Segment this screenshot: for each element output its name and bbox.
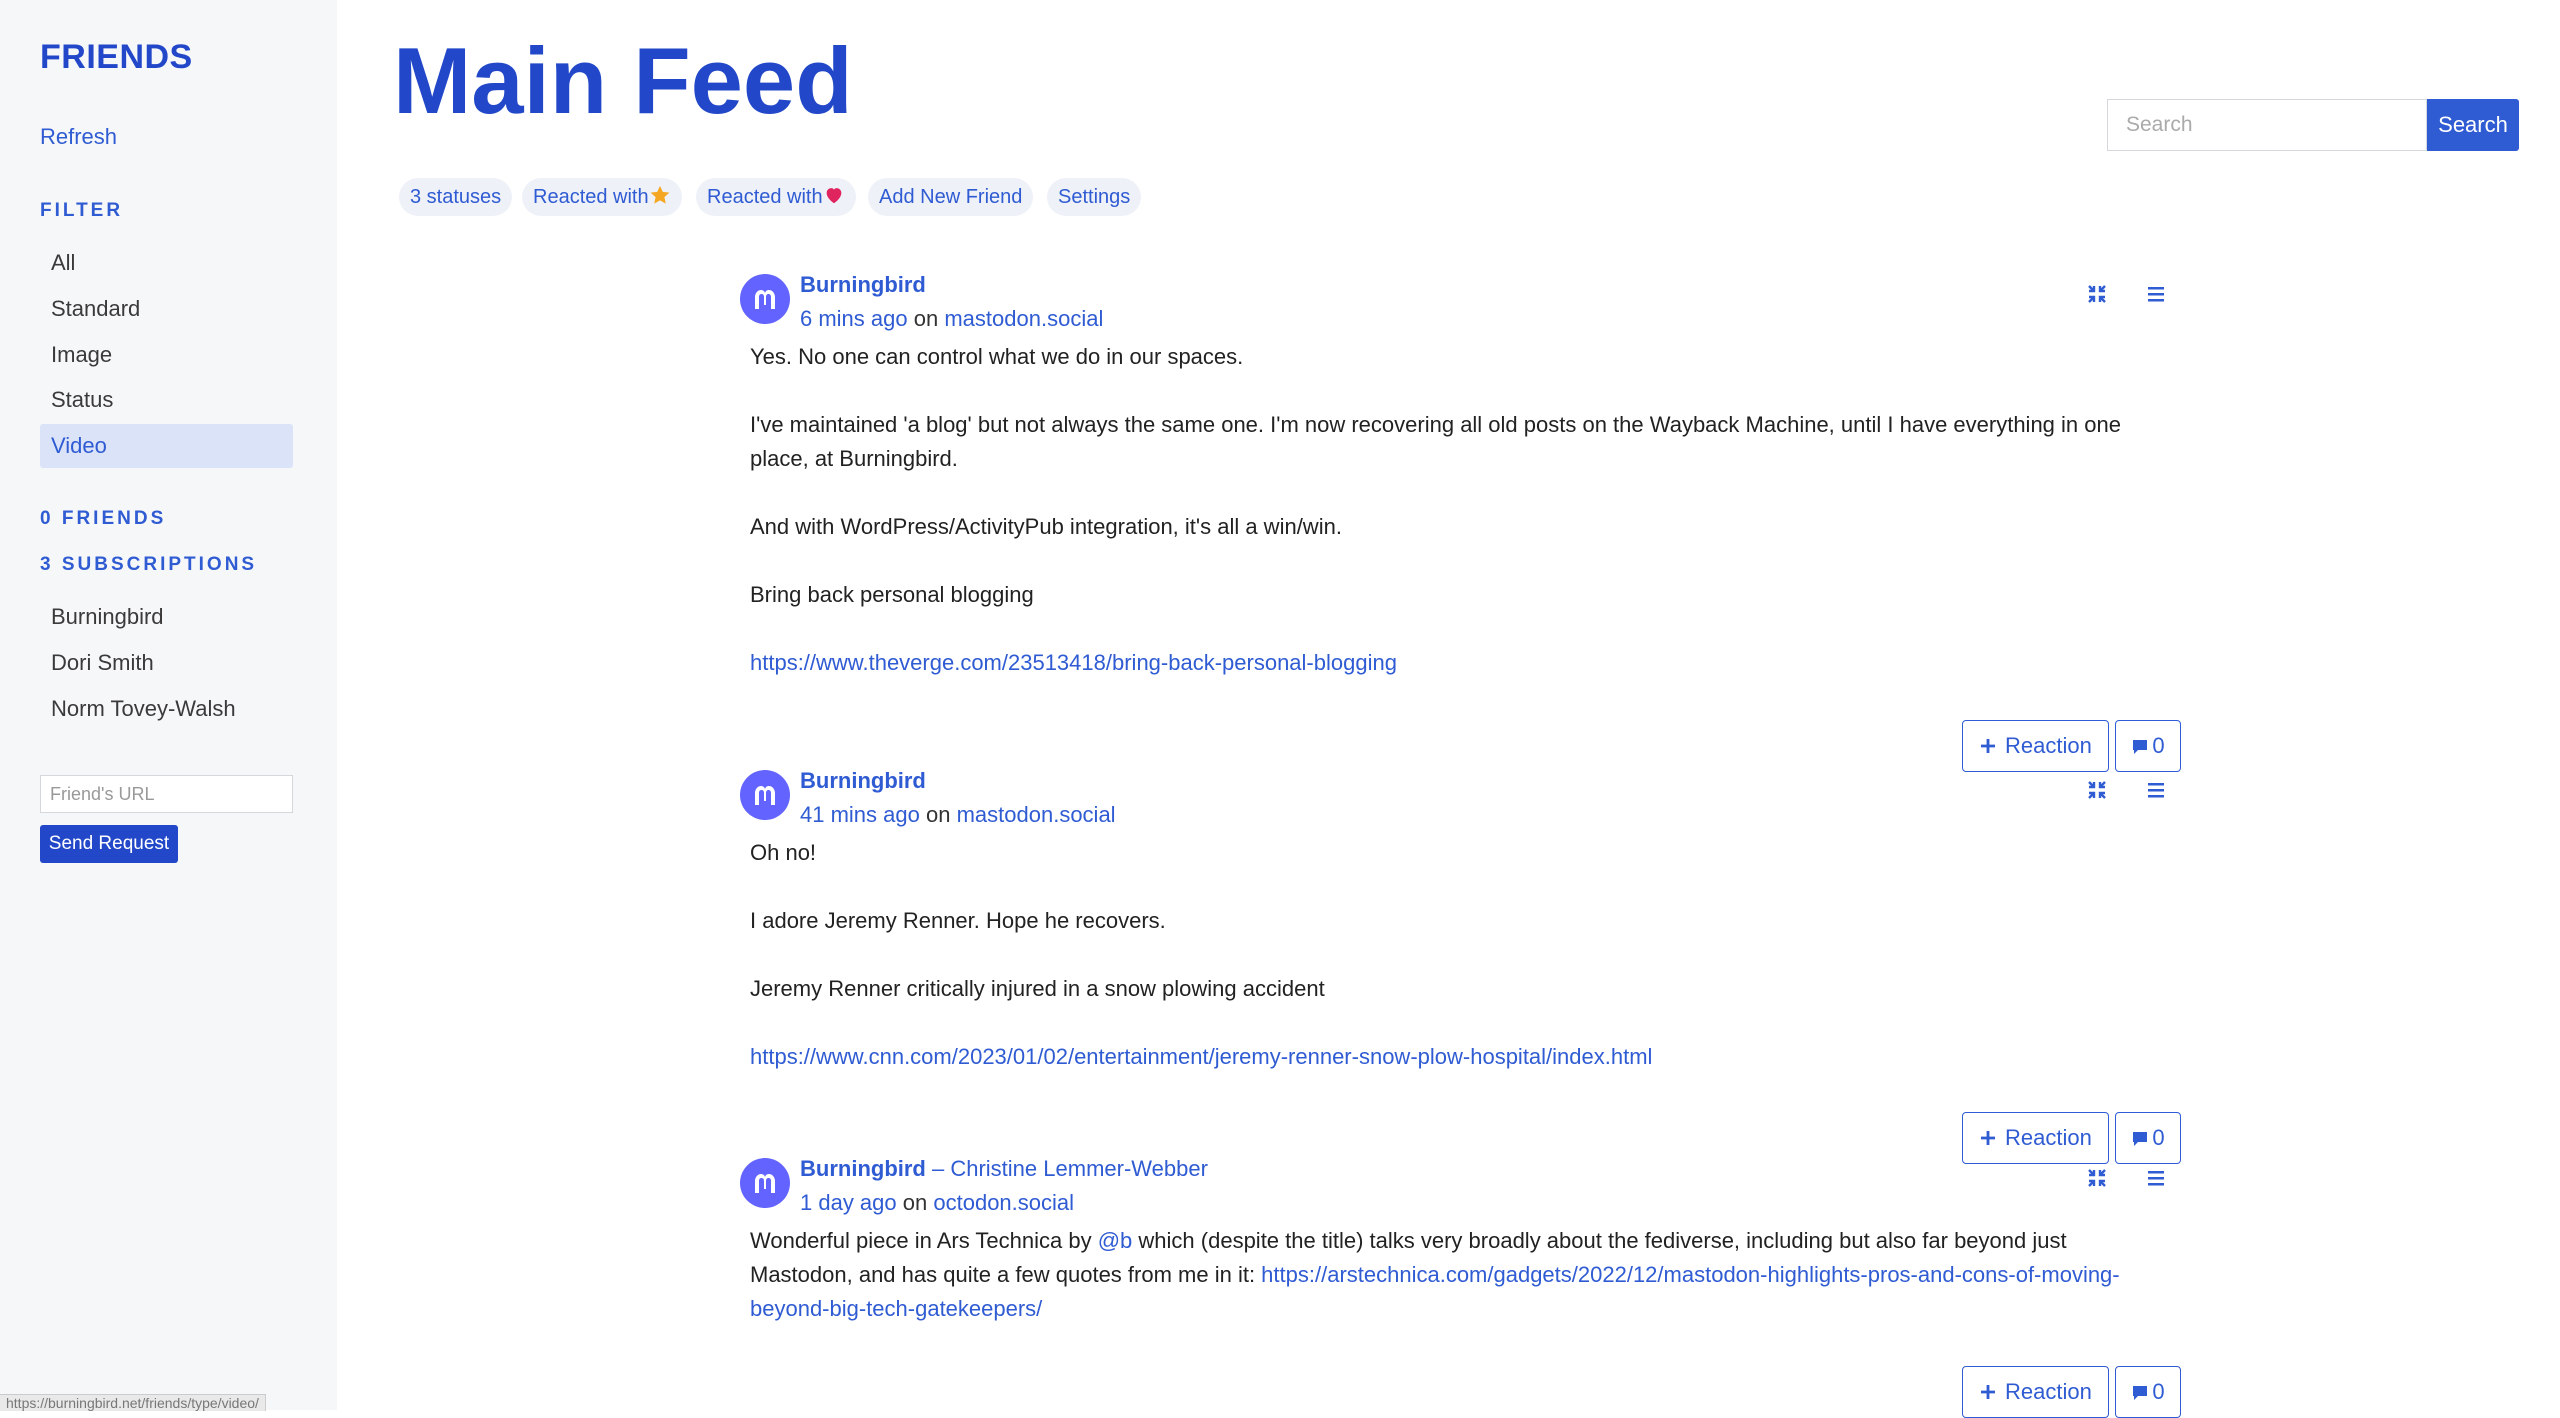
collapse-icon[interactable] xyxy=(2085,778,2109,802)
post-time[interactable]: 1 day ago xyxy=(800,1190,897,1215)
post-text: Wonderful piece in Ars Technica by xyxy=(750,1228,1098,1253)
filter-item-status[interactable]: Status xyxy=(40,378,293,422)
refresh-link[interactable]: Refresh xyxy=(40,124,117,150)
post-instance[interactable]: octodon.social xyxy=(933,1190,1074,1215)
feed-post: Burningbird – Christine Lemmer-Webber 1 … xyxy=(740,1156,2181,1418)
post-time[interactable]: 41 mins ago xyxy=(800,802,920,827)
add-new-friend-label: Add New Friend xyxy=(879,186,1023,208)
post-author[interactable]: Burningbird xyxy=(800,272,926,298)
plus-icon xyxy=(1981,739,1995,753)
status-bar-url: https://burningbird.net/friends/type/vid… xyxy=(0,1394,266,1411)
post-body: Yes. No one can control what we do in ou… xyxy=(750,340,2170,714)
comment-count: 0 xyxy=(2152,1379,2165,1404)
filter-item-standard[interactable]: Standard xyxy=(40,287,293,331)
reaction-label: Reaction xyxy=(2005,1125,2092,1150)
comment-count: 0 xyxy=(2152,733,2165,758)
comment-icon xyxy=(2133,740,2148,754)
post-paragraph: Oh no! xyxy=(750,840,817,865)
comments-button[interactable]: 0 xyxy=(2115,1366,2181,1418)
post-paragraph: And with WordPress/ActivityPub integrati… xyxy=(750,514,1342,539)
plus-icon xyxy=(1981,1385,1995,1399)
comment-count: 0 xyxy=(2152,1125,2165,1150)
post-on: on xyxy=(913,306,939,331)
sidebar: FRIENDS Refresh FILTER All Standard Imag… xyxy=(0,0,337,1410)
reacted-heart-label: Reacted with xyxy=(707,186,823,208)
post-link[interactable]: https://www.cnn.com/2023/01/02/entertain… xyxy=(750,1044,1652,1069)
post-author[interactable]: Burningbird xyxy=(800,768,926,794)
mastodon-avatar-icon[interactable] xyxy=(740,1158,790,1208)
settings-pill[interactable]: Settings xyxy=(1047,178,1142,216)
menu-icon[interactable] xyxy=(2146,1168,2166,1188)
menu-icon[interactable] xyxy=(2146,780,2166,800)
reaction-button[interactable]: Reaction xyxy=(1962,720,2109,772)
collapse-icon[interactable] xyxy=(2085,282,2109,306)
reaction-button[interactable]: Reaction xyxy=(1962,1366,2109,1418)
mastodon-avatar-icon[interactable] xyxy=(740,770,790,820)
filter-item-video[interactable]: Video xyxy=(40,424,293,468)
collapse-icon[interactable] xyxy=(2085,1166,2109,1190)
post-body: Oh no! I adore Jeremy Renner. Hope he re… xyxy=(750,836,2170,1108)
menu-icon[interactable] xyxy=(2146,284,2166,304)
post-meta: 41 mins ago on mastodon.social xyxy=(800,802,1116,828)
post-meta: 1 day ago on octodon.social xyxy=(800,1190,1074,1216)
statuses-count-pill[interactable]: 3 statuses xyxy=(399,178,513,216)
friend-url-input[interactable]: Friend's URL xyxy=(40,775,293,813)
add-new-friend-pill[interactable]: Add New Friend xyxy=(868,178,1034,216)
filter-item-image[interactable]: Image xyxy=(40,333,293,377)
friends-heading[interactable]: 0 FRIENDS xyxy=(40,508,166,530)
post-author[interactable]: Burningbird xyxy=(800,1156,926,1181)
post-paragraph: Yes. No one can control what we do in ou… xyxy=(750,344,1244,369)
reacted-heart-pill[interactable]: Reacted with xyxy=(696,178,856,216)
mastodon-avatar-icon[interactable] xyxy=(740,274,790,324)
comments-button[interactable]: 0 xyxy=(2115,720,2181,772)
post-on: on xyxy=(925,802,951,827)
post-author-line: Burningbird – Christine Lemmer-Webber xyxy=(800,1156,1208,1182)
reacted-star-pill[interactable]: Reacted with xyxy=(522,178,682,216)
post-paragraph: Jeremy Renner critically injured in a sn… xyxy=(750,976,1325,1001)
page-title: Main Feed xyxy=(393,28,853,133)
reacted-star-label: Reacted with xyxy=(533,186,649,208)
post-meta: 6 mins ago on mastodon.social xyxy=(800,306,1103,332)
plus-icon xyxy=(1981,1131,1995,1145)
search-input[interactable]: Search xyxy=(2107,99,2427,151)
settings-label: Settings xyxy=(1058,186,1131,208)
reaction-label: Reaction xyxy=(2005,733,2092,758)
send-request-button[interactable]: Send Request xyxy=(40,825,178,863)
brand-title[interactable]: FRIENDS xyxy=(40,38,193,77)
comment-icon xyxy=(2133,1386,2148,1400)
post-instance[interactable]: mastodon.social xyxy=(957,802,1116,827)
subscriptions-heading[interactable]: 3 SUBSCRIPTIONS xyxy=(40,554,257,576)
subscription-item[interactable]: Dori Smith xyxy=(40,641,293,685)
post-instance[interactable]: mastodon.social xyxy=(944,306,1103,331)
filter-heading: FILTER xyxy=(40,200,124,221)
mention-link[interactable]: @b xyxy=(1098,1228,1133,1253)
statuses-count-label: 3 statuses xyxy=(410,186,502,208)
reaction-label: Reaction xyxy=(2005,1379,2092,1404)
star-icon xyxy=(650,185,669,204)
subscription-item[interactable]: Norm Tovey-Walsh xyxy=(40,687,293,731)
search-button[interactable]: Search xyxy=(2427,99,2519,151)
feed-post: Burningbird 41 mins ago on mastodon.soci… xyxy=(740,768,2181,1168)
post-on: on xyxy=(902,1190,928,1215)
post-time[interactable]: 6 mins ago xyxy=(800,306,908,331)
post-paragraph: I've maintained 'a blog' but not always … xyxy=(750,412,2121,471)
boosted-from[interactable]: – Christine Lemmer-Webber xyxy=(932,1156,1208,1181)
heart-icon xyxy=(826,188,841,204)
filter-item-all[interactable]: All xyxy=(40,241,293,285)
post-paragraph: I adore Jeremy Renner. Hope he recovers. xyxy=(750,908,1166,933)
comment-icon xyxy=(2133,1132,2148,1146)
post-paragraph: Bring back personal blogging xyxy=(750,582,1034,607)
subscription-item[interactable]: Burningbird xyxy=(40,595,293,639)
post-body: Wonderful piece in Ars Technica by @b wh… xyxy=(750,1224,2140,1326)
feed-post: Burningbird 6 mins ago on mastodon.socia… xyxy=(740,272,2181,772)
post-link[interactable]: https://www.theverge.com/23513418/bring-… xyxy=(750,650,1397,675)
